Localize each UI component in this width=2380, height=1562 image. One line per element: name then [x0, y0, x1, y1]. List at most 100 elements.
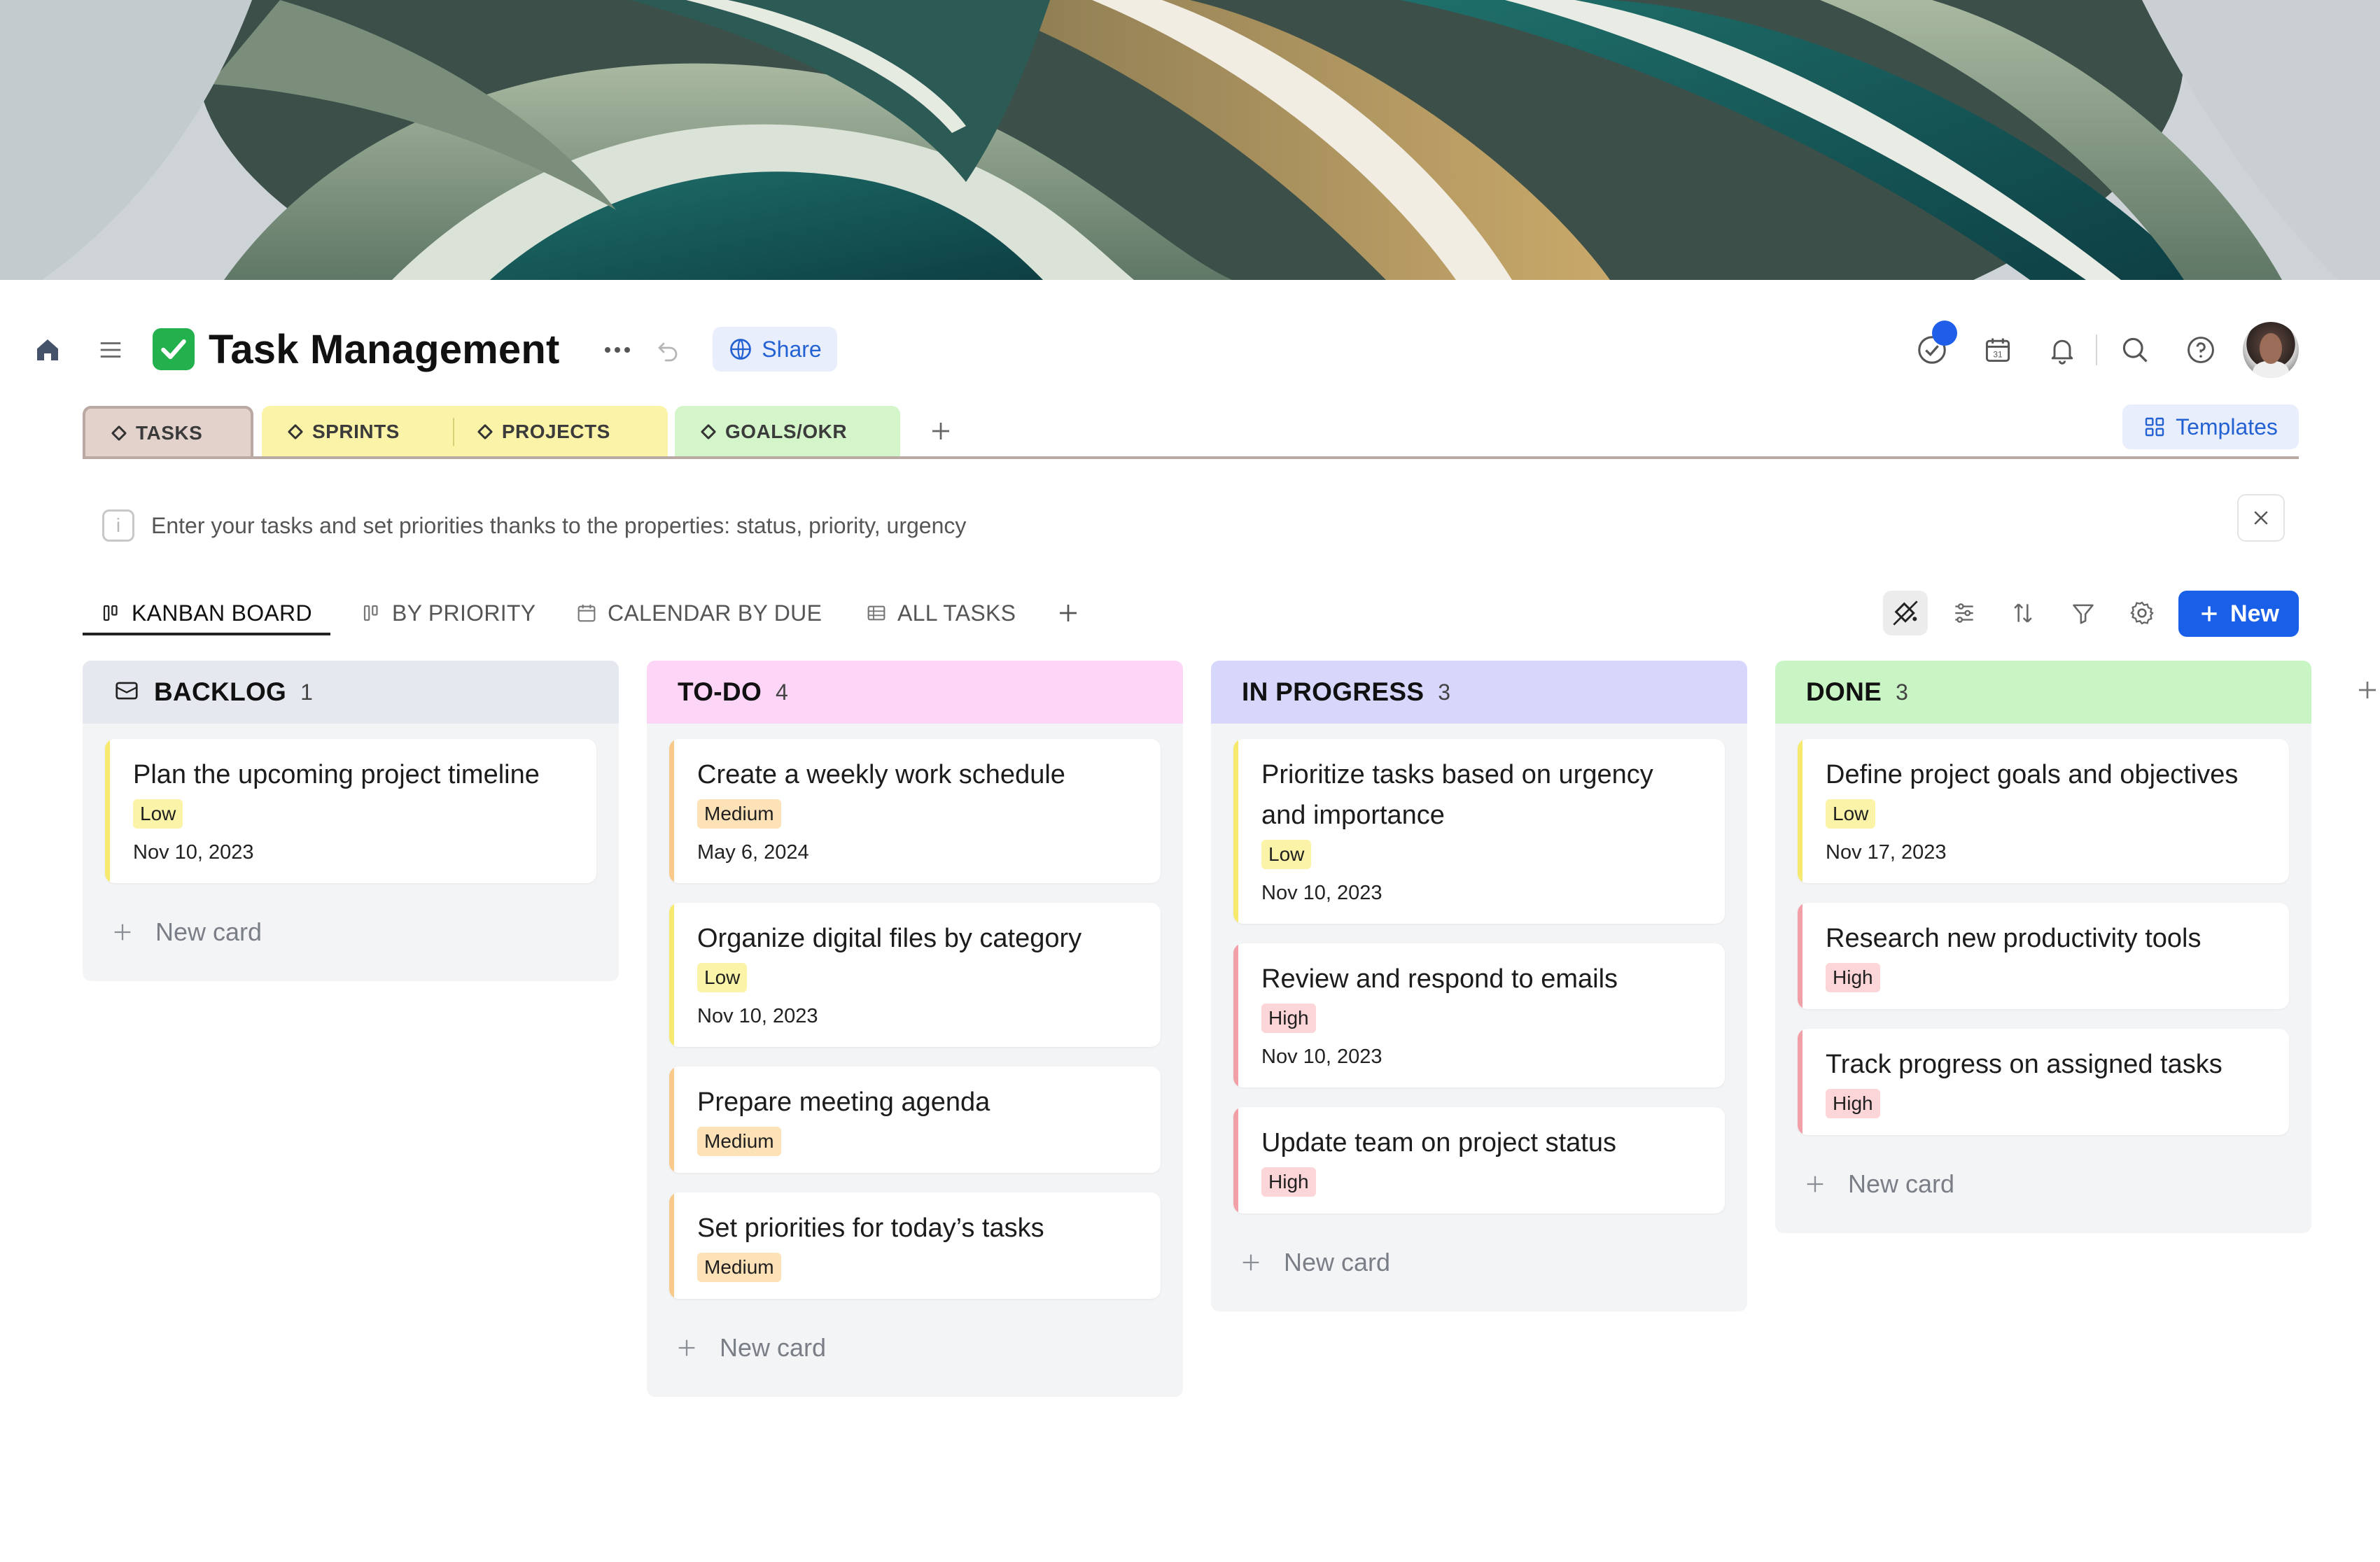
task-card[interactable]: Track progress on assigned tasks High: [1798, 1029, 2289, 1135]
due-date: Nov 17, 2023: [1826, 841, 1947, 864]
priority-badge: Low: [1826, 799, 1876, 829]
tab-tasks[interactable]: TASKS: [83, 406, 253, 458]
tab-projects-label[interactable]: PROJECTS: [502, 421, 610, 443]
card-title: Research new productivity tools: [1826, 924, 2202, 953]
card-title: Plan the upcoming project timeline: [133, 760, 540, 789]
header-divider: [2096, 335, 2097, 365]
view-calendar-by-due[interactable]: CALENDAR BY DUE: [575, 593, 822, 633]
menu-icon[interactable]: [95, 335, 126, 365]
column-title: BACKLOG: [154, 677, 287, 706]
gear-icon: [2130, 601, 2154, 625]
undo-icon[interactable]: [652, 335, 683, 365]
column-title: IN PROGRESS: [1242, 677, 1424, 706]
check-emoji-icon: [153, 328, 195, 370]
column-header[interactable]: IN PROGRESS 3: [1211, 661, 1747, 724]
card-title: Create a weekly work schedule: [697, 760, 1065, 789]
new-card-button[interactable]: New card: [1775, 1135, 2311, 1233]
plus-icon: [2202, 606, 2217, 621]
due-date: Nov 10, 2023: [697, 1005, 818, 1027]
hint-banner: i Enter your tasks and set priorities th…: [102, 508, 966, 543]
new-button-label: New: [2230, 600, 2279, 627]
add-column-icon[interactable]: [2353, 676, 2380, 704]
tab-sprints-projects: SPRINTS PROJECTS: [262, 406, 668, 458]
kanban-icon: [103, 605, 118, 621]
paint-bucket-icon: [1893, 600, 1918, 626]
filter-tool[interactable]: [2061, 591, 2106, 635]
notification-dot: [1932, 321, 1957, 346]
close-hint-button[interactable]: [2237, 494, 2285, 542]
diamond-icon: [700, 423, 717, 440]
view-kanban-board[interactable]: KANBAN BOARD: [101, 593, 312, 633]
plus-icon: [114, 924, 131, 941]
task-card[interactable]: Organize digital files by category Low Nov…: [669, 903, 1161, 1047]
help-icon[interactable]: [2183, 332, 2219, 368]
column-done: DONE 3 Define project goals and objectives…: [1775, 661, 2311, 1233]
new-card-button[interactable]: New card: [83, 883, 619, 981]
page-title[interactable]: Task Management: [209, 326, 560, 373]
priority-color-bar: [1233, 1107, 1238, 1213]
priority-badge: Medium: [697, 1127, 781, 1156]
task-card[interactable]: Create a weekly work schedule Medium May 6…: [669, 739, 1161, 883]
priority-color-bar: [669, 1192, 674, 1299]
more-options-icon[interactable]: [601, 335, 634, 365]
new-card-label: New card: [1284, 1248, 1391, 1276]
column-to-do: TO-DO 4 Create a weekly work schedule Mediu…: [647, 661, 1183, 1397]
sort-tool[interactable]: [2001, 591, 2045, 635]
tab-tasks-label: TASKS: [136, 422, 203, 444]
view-by-priority-label: BY PRIORITY: [392, 600, 536, 626]
column-count: 3: [1896, 679, 1908, 705]
due-date: May 6, 2024: [697, 841, 809, 864]
task-card[interactable]: Set priorities for today’s tasks Medium: [669, 1192, 1161, 1299]
plus-icon: [678, 1339, 695, 1356]
task-card[interactable]: Update team on project status High: [1233, 1107, 1725, 1213]
priority-badge: Medium: [697, 1253, 781, 1282]
column-header[interactable]: BACKLOG 1: [83, 661, 619, 724]
properties-tool[interactable]: [1942, 591, 1987, 635]
due-date: Nov 10, 2023: [1261, 882, 1382, 904]
card-title: Organize digital files by category: [697, 924, 1082, 953]
add-view-icon[interactable]: [1053, 598, 1084, 628]
bell-icon[interactable]: [2044, 332, 2080, 368]
column-count: 4: [776, 679, 788, 705]
priority-color-bar: [105, 739, 110, 883]
priority-badge: High: [1261, 1004, 1316, 1033]
add-tab-icon[interactable]: [925, 416, 956, 446]
settings-tool[interactable]: [2120, 591, 2164, 635]
tab-separator: [452, 418, 454, 446]
new-card-button[interactable]: New card: [1211, 1213, 1747, 1311]
new-button[interactable]: New: [2178, 591, 2299, 637]
task-card[interactable]: Define project goals and objectives Low No…: [1798, 739, 2289, 883]
templates-button[interactable]: Templates: [2122, 404, 2299, 449]
task-card[interactable]: Prioritize tasks based on urgency and im…: [1233, 739, 1725, 924]
priority-color-bar: [1233, 943, 1238, 1088]
view-all-tasks[interactable]: ALL TASKS: [865, 593, 1016, 633]
share-button[interactable]: Share: [713, 327, 837, 372]
column-header[interactable]: TO-DO 4: [647, 661, 1183, 724]
priority-color-bar: [1798, 739, 1802, 883]
user-avatar[interactable]: [2243, 322, 2299, 378]
globe-icon: [730, 339, 752, 360]
due-date: Nov 10, 2023: [1261, 1046, 1382, 1068]
task-card[interactable]: Review and respond to emails High Nov 10, …: [1233, 943, 1725, 1088]
home-icon[interactable]: [32, 335, 63, 365]
column-header[interactable]: DONE 3: [1775, 661, 2311, 724]
column-title: TO-DO: [678, 677, 762, 706]
tab-sprints-label[interactable]: SPRINTS: [312, 421, 400, 443]
calendar-icon[interactable]: 31: [1980, 332, 2016, 368]
color-fill-tool[interactable]: [1883, 591, 1928, 635]
task-card[interactable]: Research new productivity tools High: [1798, 903, 2289, 1009]
column-cards: Plan the upcoming project timeline Low Nov…: [83, 739, 619, 883]
active-view-underline: [83, 633, 330, 635]
new-card-button[interactable]: New card: [647, 1299, 1183, 1397]
priority-color-bar: [1798, 1029, 1802, 1135]
tab-goals-okr[interactable]: GOALS/OKR: [675, 406, 900, 458]
sliders-icon: [1955, 603, 1973, 623]
view-by-priority[interactable]: BY PRIORITY: [361, 593, 536, 633]
search-icon[interactable]: [2117, 332, 2153, 368]
view-kanban-label: KANBAN BOARD: [132, 600, 312, 626]
close-icon: [2254, 511, 2268, 525]
priority-badge: High: [1826, 1089, 1880, 1118]
task-card[interactable]: Plan the upcoming project timeline Low Nov…: [105, 739, 596, 883]
inbox-icon: [113, 677, 140, 708]
task-card[interactable]: Prepare meeting agenda Medium: [669, 1067, 1161, 1173]
